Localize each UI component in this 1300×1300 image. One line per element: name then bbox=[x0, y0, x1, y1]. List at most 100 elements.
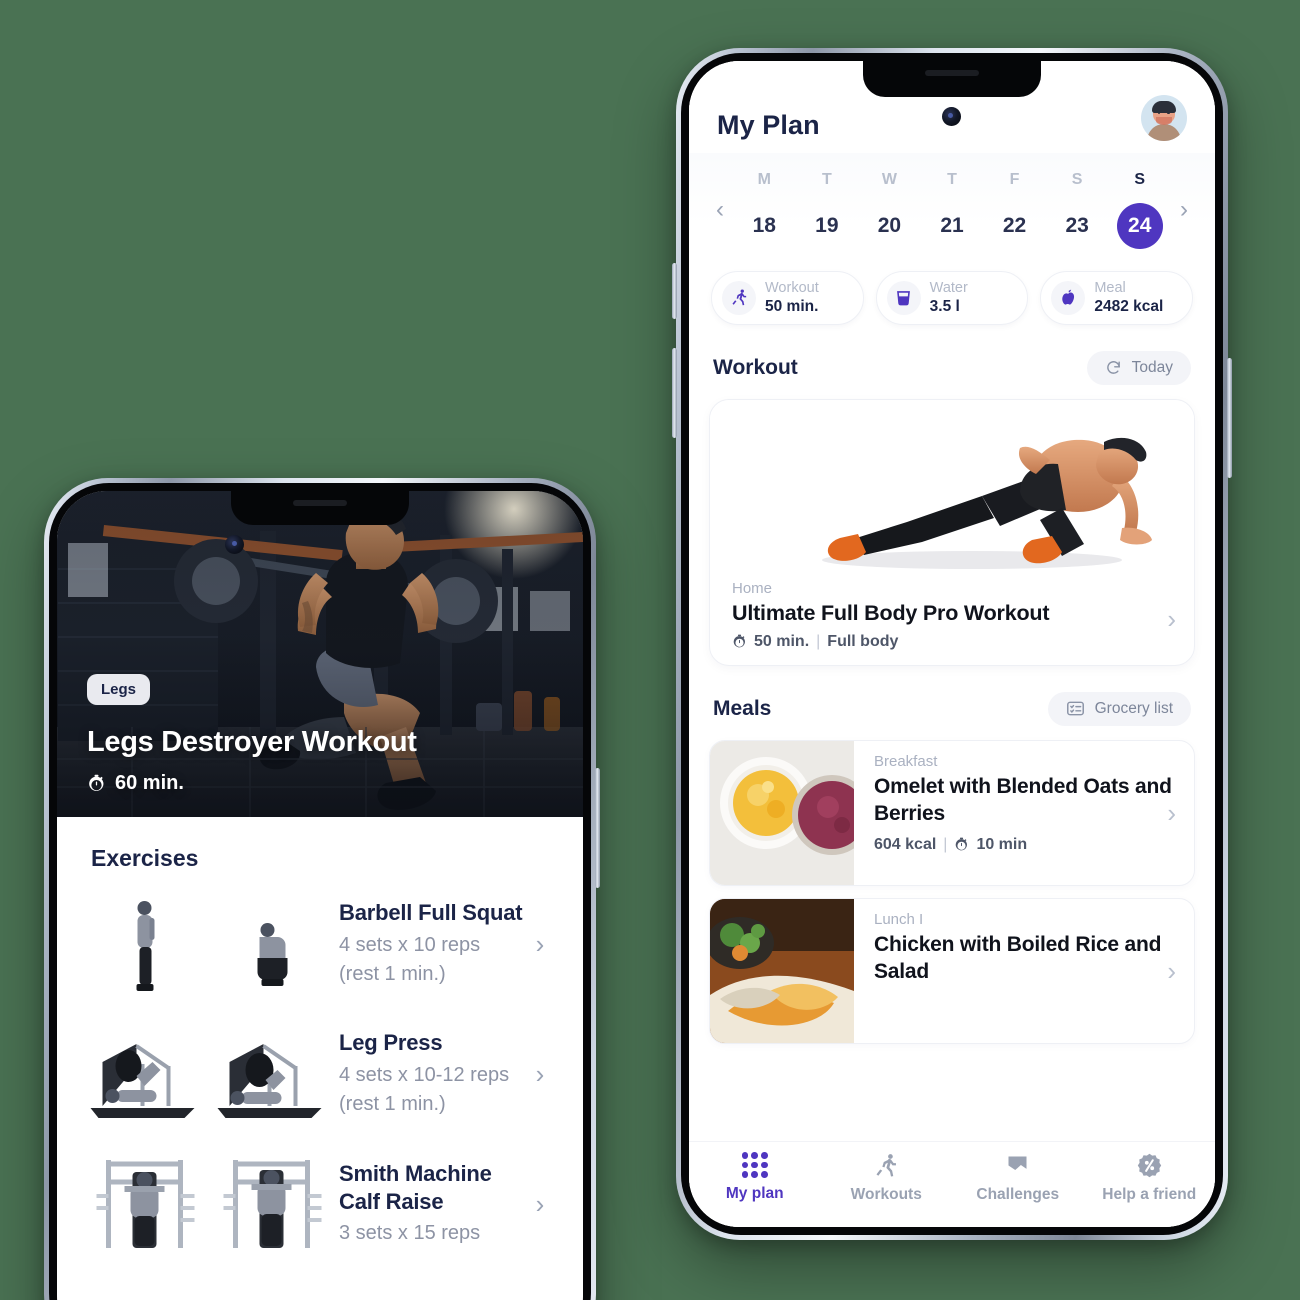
avatar[interactable] bbox=[1141, 95, 1187, 141]
exercise-frame-start bbox=[83, 1152, 206, 1256]
workout-detail-app: Legs Legs Destroyer Workout 60 min. Exer… bbox=[57, 491, 583, 1300]
meal-card-breakfast[interactable]: Breakfast Omelet with Blended Oats and B… bbox=[709, 739, 1195, 886]
calendar-day-number: 24 bbox=[1116, 203, 1163, 249]
calendar-day-name: S bbox=[1071, 171, 1083, 188]
grocery-list-button[interactable]: Grocery list bbox=[1047, 691, 1191, 726]
tab-label: My plan bbox=[725, 1185, 784, 1202]
calendar-day-24[interactable]: S 24 bbox=[1108, 171, 1171, 249]
hero-overlay bbox=[57, 491, 583, 817]
workout-hero-image bbox=[710, 399, 1194, 576]
flag-icon bbox=[1004, 1152, 1031, 1179]
exercise-row-squat[interactable]: Barbell Full Squat 4 sets x 10 reps (res… bbox=[83, 876, 557, 1006]
meals-section-header: Meals Grocery list bbox=[689, 666, 1215, 736]
exercise-name: Barbell Full Squat bbox=[339, 900, 523, 926]
calendar-day-number: 18 bbox=[752, 214, 776, 237]
refresh-icon bbox=[1105, 359, 1122, 376]
exercise-text: Leg Press 4 sets x 10-12 reps (rest 1 mi… bbox=[333, 1029, 523, 1119]
exercise-thumbnails bbox=[83, 1022, 333, 1126]
volume-down-button-right[interactable] bbox=[672, 348, 677, 438]
meal-thumbnail bbox=[710, 740, 854, 885]
stat-value: 50 min. bbox=[765, 297, 819, 315]
meal-body: Breakfast Omelet with Blended Oats and B… bbox=[854, 741, 1194, 885]
exercise-text: Barbell Full Squat 4 sets x 10 reps (res… bbox=[333, 899, 523, 989]
exercises-list[interactable]: Barbell Full Squat 4 sets x 10 reps (res… bbox=[57, 876, 583, 1300]
tab-label: Help a friend bbox=[1102, 1186, 1197, 1203]
tab-challenges[interactable]: Challenges bbox=[952, 1152, 1084, 1204]
stat-chip-water[interactable]: Water 3.5 l bbox=[875, 271, 1029, 325]
calendar-day-name: T bbox=[947, 171, 957, 188]
calendar-day-name: W bbox=[881, 171, 897, 188]
apple-icon bbox=[1051, 280, 1086, 315]
calendar-day-number: 21 bbox=[940, 214, 964, 237]
volume-up-button-right[interactable] bbox=[672, 263, 677, 319]
power-button-right[interactable] bbox=[1227, 358, 1232, 478]
meta-separator: | bbox=[816, 632, 821, 650]
stat-label: Workout bbox=[765, 280, 819, 296]
workout-card-title: Ultimate Full Body Pro Workout bbox=[732, 600, 1050, 625]
meal-thumbnail bbox=[710, 898, 854, 1043]
meal-kicker: Lunch I bbox=[874, 910, 924, 928]
next-week-button[interactable]: › bbox=[1171, 198, 1197, 222]
workout-card[interactable]: Home Ultimate Full Body Pro Workout 50 m… bbox=[709, 398, 1195, 666]
meal-card-lunch[interactable]: Lunch I Chicken with Boiled Rice and Sal… bbox=[709, 897, 1195, 1044]
calendar-day-22[interactable]: F 22 bbox=[983, 171, 1046, 249]
exercise-frame-end bbox=[210, 1152, 333, 1256]
tab-label: Workouts bbox=[850, 1186, 922, 1203]
calendar-day-19[interactable]: T 19 bbox=[796, 171, 859, 249]
exercises-title: Exercises bbox=[91, 845, 199, 871]
stopwatch-icon bbox=[732, 634, 747, 649]
running-icon bbox=[873, 1152, 900, 1179]
exercise-detail: 4 sets x 10 reps (rest 1 min.) bbox=[339, 933, 481, 985]
grocery-list-label: Grocery list bbox=[1094, 699, 1173, 717]
today-label: Today bbox=[1131, 358, 1173, 376]
workout-duration: 60 min. bbox=[115, 772, 184, 794]
stat-value: 3.5 l bbox=[929, 297, 960, 315]
stat-chip-meal[interactable]: Meal 2482 kcal bbox=[1040, 271, 1194, 325]
phone-screen-right: My Plan ‹ M 18 T 19 W 20 T 21 F 22 S 23 S 24 bbox=[689, 61, 1215, 1227]
power-button-left[interactable] bbox=[595, 768, 600, 888]
calendar-day-name: M bbox=[757, 171, 771, 188]
earpiece-speaker bbox=[925, 70, 979, 76]
calendar-day-23[interactable]: S 23 bbox=[1046, 171, 1109, 249]
tab-workouts[interactable]: Workouts bbox=[821, 1152, 953, 1204]
device-notch-left bbox=[231, 491, 409, 525]
front-camera-right bbox=[942, 107, 961, 126]
calendar-day-number: 22 bbox=[1002, 214, 1027, 237]
meal-body: Lunch I Chicken with Boiled Rice and Sal… bbox=[854, 899, 1194, 1043]
list-card-icon bbox=[1066, 700, 1085, 717]
meals-section-title: Meals bbox=[713, 696, 772, 720]
exercise-row-leg-press[interactable]: Leg Press 4 sets x 10-12 reps (rest 1 mi… bbox=[83, 1006, 557, 1136]
avatar-beard bbox=[1156, 116, 1172, 125]
week-calendar: ‹ M 18 T 19 W 20 T 21 F 22 S 23 S 24 › bbox=[689, 153, 1215, 255]
workout-section-title: Workout bbox=[713, 355, 798, 379]
exercise-text: Smith Machine Calf Raise 3 sets x 15 rep… bbox=[333, 1160, 523, 1248]
bottom-tab-bar: My plan Workouts Challenges Help a frien… bbox=[689, 1141, 1215, 1227]
phone-screen-left: Legs Legs Destroyer Workout 60 min. Exer… bbox=[57, 491, 583, 1300]
content-scroll[interactable]: Workout Today Home Ultimate Full Body Pr… bbox=[689, 332, 1215, 1141]
prev-week-button[interactable]: ‹ bbox=[707, 198, 733, 222]
calendar-day-18[interactable]: M 18 bbox=[733, 171, 796, 249]
daily-stats: Workout 50 min. Water 3.5 l Meal 2482 kc… bbox=[689, 255, 1215, 333]
workout-title: Legs Destroyer Workout bbox=[87, 726, 417, 758]
calendar-day-21[interactable]: T 21 bbox=[921, 171, 984, 249]
meal-time: 10 min bbox=[976, 835, 1028, 853]
stat-chip-workout[interactable]: Workout 50 min. bbox=[711, 271, 864, 325]
tab-help-a-friend[interactable]: Help a friend bbox=[1084, 1152, 1216, 1204]
calendar-day-20[interactable]: W 20 bbox=[858, 171, 921, 249]
exercise-detail: 3 sets x 15 reps bbox=[339, 1222, 481, 1244]
avatar-hair bbox=[1151, 100, 1177, 113]
calendar-day-number: 20 bbox=[877, 214, 902, 237]
page-title: My Plan bbox=[717, 110, 820, 140]
workout-card-meta: Home Ultimate Full Body Pro Workout 50 m… bbox=[710, 576, 1194, 651]
exercise-row-calf-raise[interactable]: Smith Machine Calf Raise 3 sets x 15 rep… bbox=[83, 1136, 557, 1266]
workout-section-header: Workout Today bbox=[689, 333, 1215, 395]
today-button[interactable]: Today bbox=[1086, 350, 1191, 385]
stat-label: Meal bbox=[1094, 280, 1126, 296]
meal-meta-row: 604 kcal | 10 min bbox=[874, 836, 1178, 854]
tab-my-plan[interactable]: My plan bbox=[689, 1152, 821, 1203]
stopwatch-icon bbox=[954, 837, 969, 852]
meta-separator: | bbox=[943, 835, 948, 853]
exercise-thumbnails bbox=[83, 1152, 333, 1256]
running-icon bbox=[722, 280, 756, 315]
workout-duration-row: 60 min. bbox=[87, 772, 184, 795]
